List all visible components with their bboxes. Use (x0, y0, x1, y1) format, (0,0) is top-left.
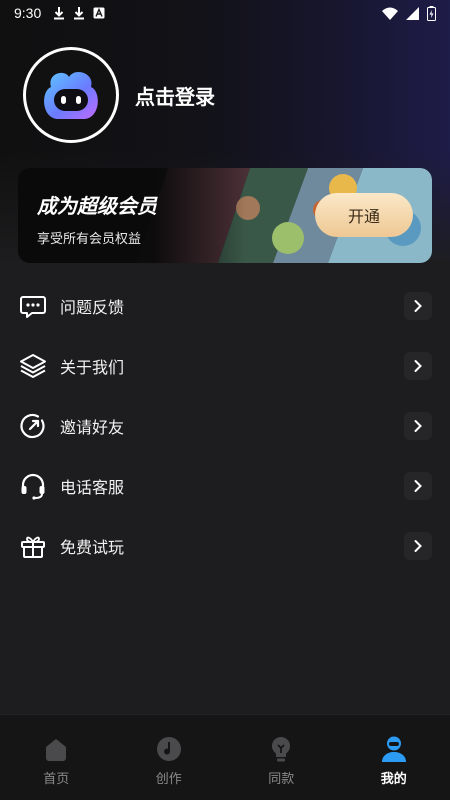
menu-item-label: 问题反馈 (60, 298, 125, 317)
signal-icon (406, 6, 419, 20)
create-icon (155, 735, 183, 763)
avatar[interactable] (23, 47, 119, 143)
tab-create[interactable]: 创作 (113, 715, 226, 800)
battery-icon (427, 5, 436, 21)
bottom-tab-bar: 首页 创作 同款 我的 (0, 714, 450, 800)
download-icon (54, 7, 65, 20)
vip-title: 成为超级会员 (37, 194, 157, 218)
chevron-right-icon (404, 412, 432, 440)
chevron-right-icon (404, 532, 432, 560)
menu-item-label: 电话客服 (60, 478, 125, 497)
user-icon (380, 735, 408, 763)
feedback-icon (18, 291, 48, 321)
chevron-right-icon (404, 352, 432, 380)
menu-item-label: 邀请好友 (60, 418, 125, 437)
menu-item-invite[interactable]: 邀请好友 (0, 396, 450, 456)
chevron-right-icon (404, 292, 432, 320)
status-icons-left (53, 6, 105, 20)
settings-menu: 问题反馈 关于我们 邀请好友 电话客服 免费试玩 (0, 276, 450, 576)
bulb-icon (267, 735, 295, 763)
tab-label: 同款 (268, 772, 295, 787)
tab-same-style[interactable]: 同款 (225, 715, 338, 800)
tab-label: 我的 (380, 772, 407, 787)
vip-subtitle: 享受所有会员权益 (37, 232, 142, 247)
invite-icon (18, 411, 48, 441)
menu-item-feedback[interactable]: 问题反馈 (0, 276, 450, 336)
gift-icon (18, 531, 48, 561)
home-icon (42, 735, 70, 763)
menu-item-customer-service[interactable]: 电话客服 (0, 456, 450, 516)
tab-label: 首页 (43, 772, 70, 787)
menu-item-free-trial[interactable]: 免费试玩 (0, 516, 450, 576)
headset-icon (18, 471, 48, 501)
vip-banner[interactable]: 成为超级会员 享受所有会员权益 开通 (18, 168, 432, 263)
robot-face-icon (44, 72, 98, 119)
status-bar: 9:30 (0, 0, 450, 26)
activate-vip-button[interactable]: 开通 (315, 193, 413, 237)
wifi-icon (382, 7, 398, 20)
tab-label: 创作 (155, 772, 182, 787)
status-time: 9:30 (14, 5, 42, 21)
menu-item-about[interactable]: 关于我们 (0, 336, 450, 396)
menu-item-label: 免费试玩 (60, 538, 125, 557)
status-icons-right (382, 5, 436, 21)
download-icon (74, 7, 85, 20)
menu-item-label: 关于我们 (60, 358, 125, 377)
layers-icon (18, 351, 48, 381)
tab-mine[interactable]: 我的 (338, 715, 450, 800)
login-label[interactable]: 点击登录 (135, 81, 215, 110)
tab-home[interactable]: 首页 (0, 715, 113, 800)
chevron-right-icon (404, 472, 432, 500)
profile-section[interactable]: 点击登录 (23, 47, 215, 143)
notification-icon (93, 7, 105, 19)
